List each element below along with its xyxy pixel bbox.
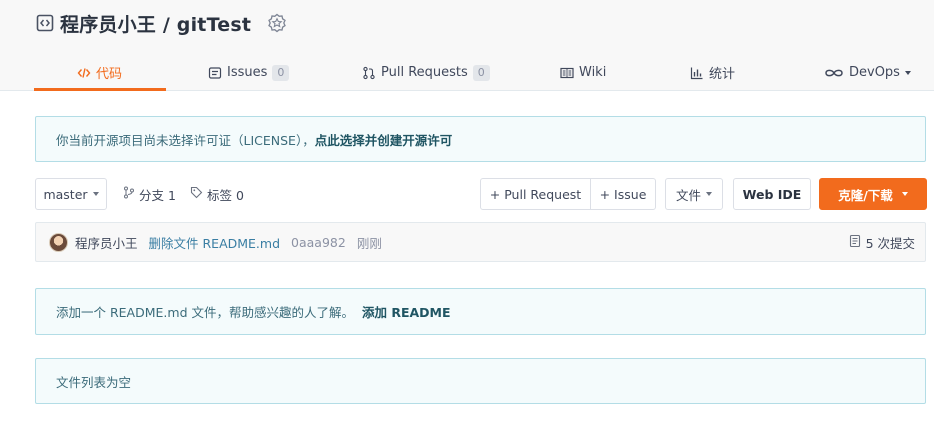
tab-issues[interactable]: Issues 0 — [208, 54, 290, 91]
tab-wiki[interactable]: Wiki — [560, 54, 606, 91]
issues-count-badge: 0 — [272, 64, 290, 81]
repo-header: 程序员小王 / gitTest 代码 Issues 0 Pull Request… — [0, 0, 934, 91]
file-menu-label: 文件 — [675, 187, 701, 203]
new-pull-request-button[interactable]: + Pull Request — [480, 178, 591, 210]
repo-name-link[interactable]: gitTest — [177, 14, 251, 36]
web-ide-button[interactable]: Web IDE — [733, 178, 811, 210]
tab-statistics[interactable]: 统计 — [690, 54, 735, 91]
repo-tabs: 代码 Issues 0 Pull Requests 0 Wiki 统计 DevO… — [0, 54, 934, 91]
empty-file-list-notice: 文件列表为空 — [35, 358, 926, 404]
create-license-link[interactable]: 点此选择并创建开源许可 — [315, 130, 453, 149]
chevron-down-icon — [706, 192, 712, 196]
tag-icon — [190, 186, 203, 202]
readme-notice-text: 添加一个 README.md 文件，帮助感兴趣的人了解。 — [56, 305, 354, 320]
clone-download-button[interactable]: 克隆/下载 — [819, 178, 927, 210]
latest-commit-bar: 程序员小王 删除文件 README.md 0aaa982 刚刚 5 次提交 — [35, 222, 926, 262]
readme-notice: 添加一个 README.md 文件，帮助感兴趣的人了解。 添加 README — [35, 288, 926, 335]
commit-author[interactable]: 程序员小王 — [75, 233, 138, 252]
code-icon — [77, 66, 91, 80]
branch-select[interactable]: master — [35, 178, 107, 210]
avatar[interactable] — [49, 232, 68, 252]
commit-count-link[interactable]: 5 次提交 — [849, 223, 915, 261]
repo-owner-link[interactable]: 程序员小王 — [60, 14, 156, 36]
tab-statistics-label: 统计 — [709, 67, 736, 82]
branches-link[interactable]: 分支 1 — [123, 178, 176, 210]
tab-code[interactable]: 代码 — [77, 54, 122, 91]
pull-request-icon — [362, 66, 376, 80]
empty-file-list-text: 文件列表为空 — [56, 374, 132, 390]
commit-time: 刚刚 — [356, 235, 382, 251]
repo-path-separator: / — [156, 13, 177, 36]
commit-message-link[interactable]: 删除文件 README.md — [149, 233, 281, 252]
chart-icon — [690, 66, 704, 80]
add-readme-link[interactable]: 添加 README — [362, 302, 451, 321]
tab-pull-requests[interactable]: Pull Requests 0 — [362, 54, 490, 91]
tab-issues-label: Issues — [227, 65, 268, 80]
pull-requests-count-badge: 0 — [472, 64, 490, 81]
repository-icon — [36, 14, 54, 32]
active-tab-indicator — [34, 88, 166, 91]
wiki-icon — [560, 66, 574, 80]
commits-icon — [849, 234, 861, 251]
repo-toolbar: master 分支 1 标签 0 + Pull Request + Issue … — [35, 178, 927, 210]
tags-label: 标签 0 — [207, 187, 244, 203]
recommended-badge-icon[interactable] — [267, 13, 287, 33]
license-notice: 你当前开源项目尚未选择许可证（LICENSE）， 点此选择并创建开源许可 — [35, 116, 926, 162]
branch-select-label: master — [43, 186, 88, 202]
license-notice-text: 你当前开源项目尚未选择许可证（LICENSE）， — [56, 132, 315, 148]
repo-title: 程序员小王 / gitTest — [36, 10, 287, 36]
chevron-down-icon — [92, 192, 99, 196]
tab-devops[interactable]: DevOps — [824, 54, 911, 91]
devops-icon — [824, 66, 844, 80]
chevron-down-icon — [904, 70, 911, 75]
tab-devops-label: DevOps — [849, 65, 900, 80]
tab-pull-requests-label: Pull Requests — [381, 65, 468, 80]
clone-download-label: 克隆/下载 — [838, 187, 893, 203]
chevron-down-icon — [901, 192, 908, 196]
tab-wiki-label: Wiki — [579, 65, 607, 80]
tags-link[interactable]: 标签 0 — [190, 178, 244, 210]
commit-hash-link[interactable]: 0aaa982 — [291, 235, 346, 250]
new-issue-button[interactable]: + Issue — [590, 178, 656, 210]
commit-count-label: 5 次提交 — [865, 235, 915, 251]
branch-icon — [123, 186, 135, 202]
branches-label: 分支 1 — [139, 187, 176, 203]
issues-icon — [208, 66, 222, 80]
tab-code-label: 代码 — [96, 67, 123, 82]
file-menu-button[interactable]: 文件 — [665, 178, 723, 210]
